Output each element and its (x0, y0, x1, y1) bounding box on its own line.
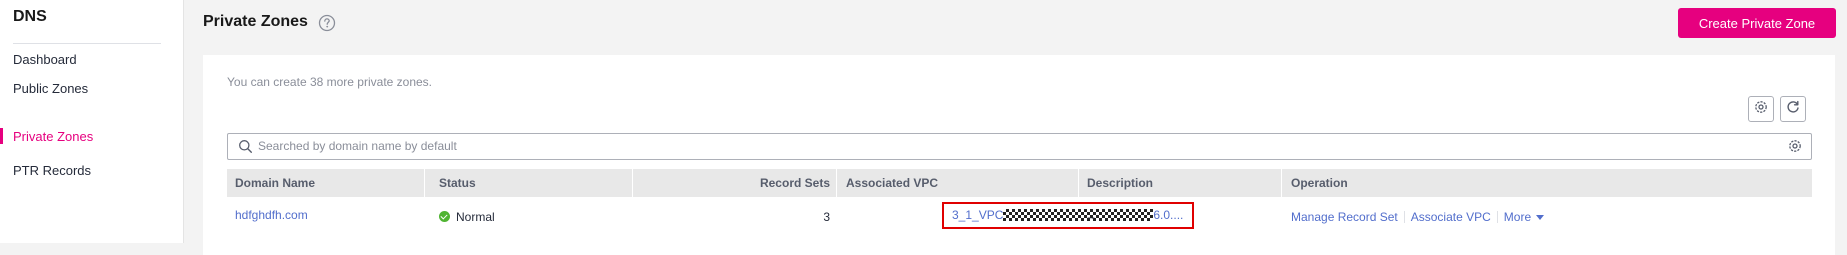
table-header: Domain Name Status Record Sets Associate… (227, 169, 1812, 197)
domain-name-link[interactable]: hdfghdfh.com (235, 197, 308, 237)
column-divider (836, 169, 837, 197)
search-box (227, 133, 1812, 160)
redacted-mask (1003, 209, 1154, 221)
status-cell: Normal (439, 197, 495, 237)
domain-name-text[interactable]: hdfghdfh.com (235, 208, 308, 222)
manage-record-set-link[interactable]: Manage Record Set (1291, 210, 1398, 224)
record-sets-count: 3 (823, 210, 830, 224)
table-row: hdfghdfh.com Normal 3 3_1_VPC 6.0.... -- … (227, 197, 1812, 237)
quota-text: You can create 38 more private zones. (227, 75, 433, 89)
more-label[interactable]: More (1504, 210, 1531, 224)
operation-cell: Manage Record Set Associate VPC More (1291, 197, 1545, 237)
sidebar-item-private-zones[interactable]: Private Zones (13, 129, 93, 144)
sidebar-item-ptr-records[interactable]: PTR Records (13, 163, 91, 178)
status-normal-icon (439, 211, 450, 222)
operation-divider (1496, 211, 1498, 223)
sidebar-active-indicator (0, 128, 3, 144)
vpc-name-suffix[interactable]: 6.0.... (1153, 208, 1183, 222)
column-header-description: Description (1087, 176, 1154, 190)
associated-vpc-link[interactable]: 3_1_VPC 6.0.... (952, 204, 1183, 227)
create-private-zone-button[interactable]: Create Private Zone (1678, 8, 1836, 38)
content-card: You can create 38 more private zones. Se… (203, 55, 1835, 255)
search-settings-icon[interactable] (1787, 138, 1803, 159)
sidebar-item-public-zones[interactable]: Public Zones (13, 81, 88, 96)
refresh-button[interactable] (1780, 96, 1806, 122)
vpc-name-prefix[interactable]: 3_1_VPC (952, 208, 1003, 222)
search-input[interactable] (258, 137, 1758, 155)
column-divider (1281, 169, 1282, 197)
dns-console: DNS Dashboard Public Zones Private Zones… (0, 0, 1847, 255)
private-zones-table: Domain Name Status Record Sets Associate… (227, 169, 1812, 237)
status-text: Normal (456, 210, 495, 224)
search-icon (238, 139, 253, 159)
more-dropdown[interactable]: More (1504, 210, 1545, 224)
associate-vpc-link[interactable]: Associate VPC (1411, 210, 1491, 224)
refresh-icon (1785, 99, 1801, 120)
column-divider (424, 169, 425, 197)
sidebar-item-dashboard[interactable]: Dashboard (13, 52, 77, 67)
page-title: Private Zones (203, 13, 308, 30)
operation-divider (1403, 211, 1405, 223)
column-header-operation: Operation (1291, 176, 1348, 190)
column-header-status: Status (439, 176, 476, 190)
sidebar-divider (13, 43, 161, 44)
associated-vpc-highlight: 3_1_VPC 6.0.... (942, 202, 1194, 229)
settings-button[interactable] (1748, 96, 1774, 122)
sidebar: DNS Dashboard Public Zones Private Zones… (0, 0, 184, 243)
column-divider (1078, 169, 1079, 197)
column-header-domain-name: Domain Name (235, 176, 316, 190)
settings-icon (1753, 99, 1769, 120)
question-circle-icon[interactable] (318, 14, 336, 32)
column-header-associated-vpc: Associated VPC (846, 176, 939, 190)
description-value: -- (1087, 210, 1095, 224)
sidebar-title: DNS (13, 8, 47, 25)
chevron-down-icon (1536, 215, 1545, 220)
column-header-record-sets: Record Sets (759, 176, 830, 190)
